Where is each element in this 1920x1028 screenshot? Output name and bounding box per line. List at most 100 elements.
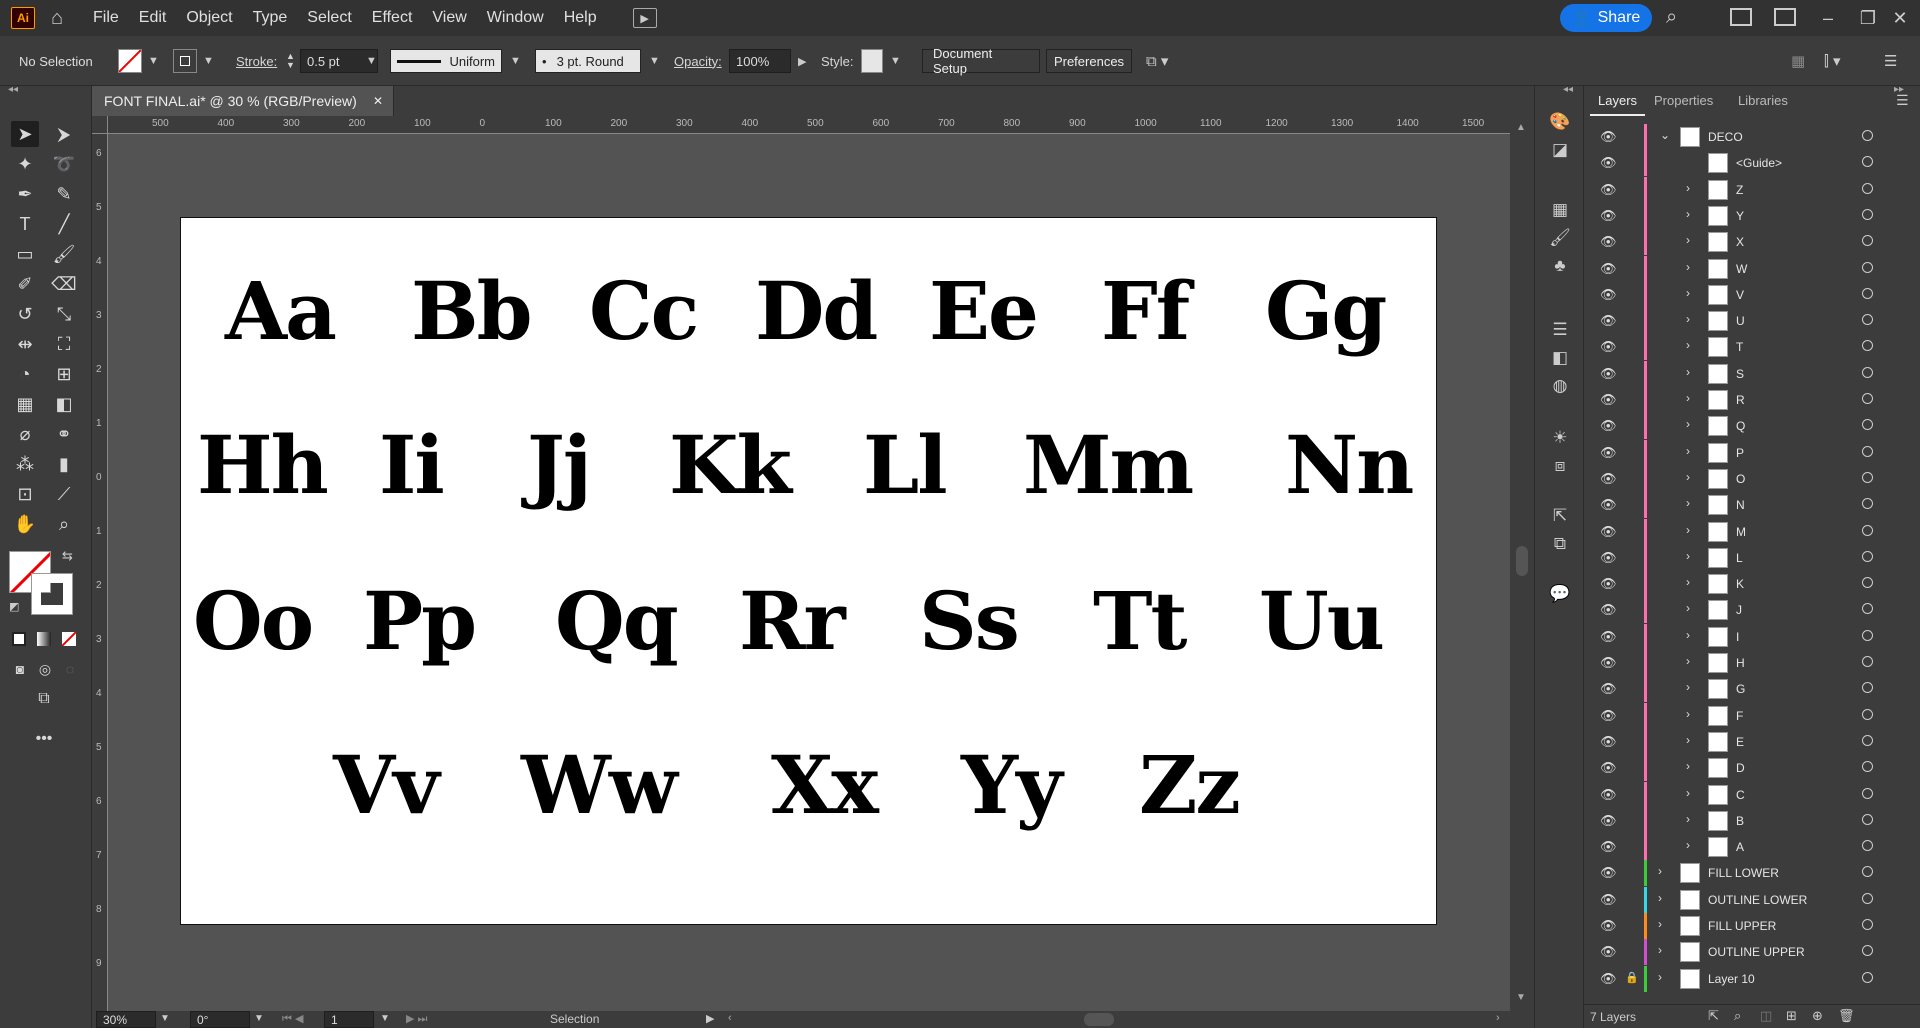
chevron-right-icon[interactable]: › xyxy=(1658,891,1662,905)
shape-builder-icon[interactable]: ◔ xyxy=(11,361,39,387)
draw-normal-icon[interactable]: ◙ xyxy=(6,656,34,682)
edit-toolbar-icon[interactable]: ••• xyxy=(30,726,58,752)
hscroll-left-icon[interactable]: ‹ xyxy=(728,1012,732,1024)
chevron-right-icon[interactable]: › xyxy=(1658,864,1662,878)
scroll-up-icon[interactable]: ▲ xyxy=(1516,122,1526,133)
layer-name[interactable]: Q xyxy=(1736,419,1745,433)
align-icon[interactable]: ▦ xyxy=(1791,49,1805,73)
visibility-eye-icon[interactable]: 👁 xyxy=(1600,366,1617,382)
hand-tool-icon[interactable]: ✋ xyxy=(11,511,39,537)
paintbrush-icon[interactable]: 🖌 xyxy=(50,241,78,267)
glyph-yy[interactable]: Yy xyxy=(961,738,1063,832)
layer-name[interactable]: V xyxy=(1736,288,1744,302)
tab-libraries[interactable]: Libraries xyxy=(1730,86,1796,116)
appearance-icon[interactable]: ☀ xyxy=(1547,426,1573,450)
artboards-panel-icon[interactable]: ⧉ xyxy=(1547,532,1573,556)
chevron-right-icon[interactable]: › xyxy=(1686,417,1690,431)
layer-name[interactable]: <Guide> xyxy=(1736,156,1782,170)
chevron-right-icon[interactable]: › xyxy=(1686,680,1690,694)
zoom-tool-icon[interactable]: ⌕ xyxy=(50,511,78,537)
glyph-ll[interactable]: Ll xyxy=(863,418,948,512)
color-mode-icon[interactable] xyxy=(12,632,26,646)
scroll-down-icon[interactable]: ▼ xyxy=(1516,992,1526,1003)
sublayer-row-i[interactable]: 👁 › I xyxy=(1584,623,1904,650)
glyph-ii[interactable]: Ii xyxy=(379,418,445,512)
sublayer-row-x[interactable]: 👁 › X xyxy=(1584,229,1904,256)
swap-colors-icon[interactable]: ⇆ xyxy=(62,548,73,564)
stroke-panel-icon[interactable]: ☰ xyxy=(1547,318,1573,342)
layer-name[interactable]: F xyxy=(1736,709,1743,723)
sublayer-row-q[interactable]: 👁 › Q xyxy=(1584,413,1904,440)
chevron-right-icon[interactable]: › xyxy=(1686,496,1690,510)
layer-name[interactable]: A xyxy=(1736,840,1744,854)
ruler-origin[interactable] xyxy=(92,116,108,134)
layer-name[interactable]: G xyxy=(1736,682,1745,696)
visibility-eye-icon[interactable]: 👁 xyxy=(1600,313,1617,329)
target-circle-icon[interactable] xyxy=(1862,419,1873,431)
target-circle-icon[interactable] xyxy=(1862,629,1873,641)
target-circle-icon[interactable] xyxy=(1862,235,1873,247)
direct-selection-tool-icon[interactable]: ⮞ xyxy=(50,121,78,147)
width-tool-icon[interactable]: ⇹ xyxy=(11,331,39,357)
visibility-eye-icon[interactable]: 👁 xyxy=(1600,418,1617,434)
layer-name[interactable]: D xyxy=(1736,761,1745,775)
sublayer-row-v[interactable]: 👁 › V xyxy=(1584,281,1904,308)
none-mode-icon[interactable] xyxy=(62,632,76,646)
glyph-bb[interactable]: Bb xyxy=(411,264,533,358)
preferences-button[interactable]: Preferences xyxy=(1046,49,1132,73)
glyph-qq[interactable]: Qq xyxy=(555,574,679,668)
layer-name[interactable]: R xyxy=(1736,393,1745,407)
gradient-panel-icon[interactable]: ◧ xyxy=(1547,346,1573,370)
visibility-eye-icon[interactable]: 👁 xyxy=(1600,681,1617,697)
gradient-mode-icon[interactable] xyxy=(37,632,51,646)
target-circle-icon[interactable] xyxy=(1862,892,1873,904)
rotation-dropdown[interactable]: ▼ xyxy=(254,1013,264,1024)
chevron-right-icon[interactable]: › xyxy=(1686,654,1690,668)
sublayer-row-e[interactable]: 👁 › E xyxy=(1584,728,1904,755)
chevron-right-icon[interactable]: › xyxy=(1658,970,1662,984)
glyph-gg[interactable]: Gg xyxy=(1265,264,1387,358)
target-circle-icon[interactable] xyxy=(1862,761,1873,773)
eyedropper-icon[interactable]: ⌀ xyxy=(11,421,39,447)
target-circle-icon[interactable] xyxy=(1862,577,1873,589)
select-similar-icon[interactable]: ⧉ ▾ xyxy=(1146,49,1168,73)
visibility-eye-icon[interactable]: 👁 xyxy=(1600,392,1617,408)
chevron-right-icon[interactable]: › xyxy=(1686,707,1690,721)
rotate-tool-icon[interactable]: ↺ xyxy=(11,301,39,327)
opacity-label[interactable]: Opacity: xyxy=(674,49,722,73)
menu-view[interactable]: View xyxy=(422,0,476,36)
comments-icon[interactable]: 💬 xyxy=(1547,582,1573,606)
layer-name[interactable]: OUTLINE LOWER xyxy=(1708,893,1807,907)
layer-name[interactable]: H xyxy=(1736,656,1745,670)
chevron-right-icon[interactable]: › xyxy=(1686,312,1690,326)
sublayer-row-h[interactable]: 👁 › H xyxy=(1584,650,1904,676)
visibility-eye-icon[interactable]: 👁 xyxy=(1600,971,1617,987)
visibility-eye-icon[interactable]: 👁 xyxy=(1600,944,1617,960)
stroke-color-swatch[interactable] xyxy=(31,573,73,615)
arrange-documents-icon[interactable] xyxy=(1730,8,1752,26)
menu-type[interactable]: Type xyxy=(243,0,298,36)
sublayer-row-u[interactable]: 👁 › U xyxy=(1584,308,1904,335)
menu-select[interactable]: Select xyxy=(297,0,361,36)
glyph-ee[interactable]: Ee xyxy=(929,264,1039,358)
chevron-right-icon[interactable]: › xyxy=(1686,523,1690,537)
layer-row-fill-lower[interactable]: 👁 › FILL LOWER xyxy=(1584,860,1904,887)
gpu-performance-icon[interactable]: ▶ xyxy=(632,8,657,28)
pen-tool-icon[interactable]: ✒ xyxy=(11,181,39,207)
chevron-right-icon[interactable]: › xyxy=(1686,207,1690,221)
tab-properties[interactable]: Properties xyxy=(1646,86,1721,116)
artboard-number-field[interactable]: 1 xyxy=(324,1011,374,1028)
visibility-eye-icon[interactable]: 👁 xyxy=(1600,445,1617,461)
toolbar-collapse-icon[interactable]: ◂◂ xyxy=(8,84,18,95)
sublayer-row-m[interactable]: 👁 › M xyxy=(1584,518,1904,545)
chevron-right-icon[interactable]: › xyxy=(1686,181,1690,195)
type-tool-icon[interactable]: T xyxy=(11,211,39,237)
target-circle-icon[interactable] xyxy=(1862,208,1873,220)
target-circle-icon[interactable] xyxy=(1862,524,1873,536)
target-circle-icon[interactable] xyxy=(1862,287,1873,299)
layer-name[interactable]: J xyxy=(1736,603,1742,617)
close-window-button[interactable]: ✕ xyxy=(1880,0,1920,36)
chevron-right-icon[interactable]: › xyxy=(1686,733,1690,747)
target-circle-icon[interactable] xyxy=(1862,393,1873,404)
workspace-icon[interactable] xyxy=(1774,8,1796,26)
